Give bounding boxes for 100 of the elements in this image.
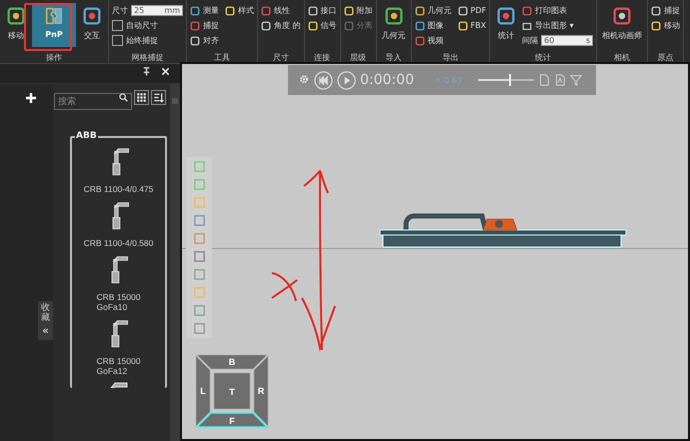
search-icon (119, 93, 128, 102)
puzzle-icon (43, 5, 65, 27)
group-label: 网格捕捉 (130, 52, 164, 63)
view-tool-icon[interactable] (192, 250, 206, 263)
ribbon-item[interactable]: 对齐 (190, 33, 219, 48)
library-item[interactable]: CRB 1100-4/0.580 (84, 200, 154, 248)
play-icon[interactable] (337, 70, 356, 90)
tool-icon (651, 20, 662, 30)
funnel-icon[interactable] (570, 74, 582, 86)
tool-icon (308, 20, 318, 30)
tool-icon (81, 5, 103, 27)
favorites-tab[interactable]: 收藏 « (38, 301, 53, 340)
tool-icon (5, 5, 27, 27)
tool-icon (522, 6, 532, 16)
view-cube-face[interactable]: B (196, 354, 268, 370)
view-tool-icon[interactable] (192, 304, 206, 317)
pdf-icon[interactable] (554, 74, 566, 86)
rewind-icon[interactable] (314, 70, 333, 90)
tool-icon (414, 6, 425, 16)
tool-icon (522, 20, 532, 30)
group-title: ABB (75, 131, 98, 141)
view-cube-face[interactable]: T (214, 372, 250, 410)
tool-icon (414, 36, 425, 46)
pin-icon[interactable] (142, 67, 151, 76)
ribbon-item[interactable]: 角度 的 (261, 18, 301, 33)
document-icon[interactable] (538, 74, 550, 86)
ribbon-button[interactable]: 统计 (493, 3, 520, 43)
ribbon-item[interactable]: FBX (458, 18, 486, 33)
tool-icon (225, 6, 235, 16)
ribbon-item[interactable]: 线性 (261, 3, 301, 18)
ribbon-item[interactable]: 视频 (414, 33, 452, 48)
ribbon-item[interactable]: 打印图表 (522, 3, 594, 18)
checkbox-label: 自动尺寸 (126, 20, 158, 31)
grid-view-icon[interactable] (134, 90, 149, 105)
close-icon[interactable] (161, 67, 170, 76)
view-tool-icon[interactable] (192, 268, 206, 281)
ribbon-button[interactable]: 几何元 (380, 3, 408, 43)
view-tool-icon[interactable] (192, 322, 206, 335)
group-label: 相机 (613, 52, 632, 63)
group-label: 工具 (213, 52, 231, 63)
view-tool-icon[interactable] (192, 160, 206, 173)
ribbon-item[interactable]: 测量 (190, 3, 219, 18)
tool-icon (651, 6, 662, 16)
field-label: 尺寸 (112, 5, 128, 16)
library-item[interactable]: CRB 15000 GoFa10 (96, 254, 140, 312)
ribbon-button[interactable]: 移动 (3, 3, 29, 43)
highlight-frame (24, 3, 72, 51)
ribbon-item[interactable]: 移动 (651, 18, 680, 33)
view-tool-icon[interactable] (192, 214, 206, 227)
group-label: 统计 (534, 52, 552, 63)
ribbon-item[interactable]: PDF (458, 3, 486, 18)
field-label: 间隔 (522, 35, 538, 46)
tool-icon (414, 20, 425, 30)
speed-value: 0.63 (444, 76, 462, 84)
item-label: CRB 15000 GoFa10 (96, 292, 140, 312)
input-field[interactable]: 60 s (541, 35, 594, 46)
tool-icon (308, 6, 318, 16)
search-field[interactable]: 搜索 (54, 92, 132, 110)
settings-icon[interactable] (298, 74, 310, 86)
checkbox-label: 始终捕捉 (126, 35, 158, 46)
ribbon-item[interactable]: 图像 (414, 18, 452, 33)
group-label: 导出 (441, 52, 460, 63)
sort-icon[interactable] (151, 90, 166, 105)
item-label: CRB 1100-4/0.580 (84, 238, 154, 248)
ribbon-button[interactable]: 相机动画师 (600, 3, 644, 43)
x-mark-annotation (271, 272, 298, 302)
ribbon-button[interactable]: PnP (32, 3, 76, 47)
tool-icon (344, 6, 354, 16)
tool-icon (495, 5, 518, 27)
ribbon-button[interactable]: 交互 (79, 3, 105, 43)
ribbon-item[interactable]: 样式 (225, 3, 254, 18)
tool-icon (344, 20, 354, 30)
ribbon-item[interactable]: 接口 (308, 3, 337, 18)
view-tool-icon[interactable] (192, 178, 206, 191)
scrollbar-thumb[interactable] (172, 98, 178, 104)
checkbox[interactable] (112, 35, 123, 46)
time-display: 0:00:00 (360, 72, 414, 88)
speed-slider[interactable] (478, 74, 534, 86)
item-label: CRB 1100-4/0.475 (84, 184, 154, 194)
item-label: CRB 15000 GoFa12 (96, 356, 140, 376)
group-label: 原点 (656, 52, 675, 63)
ribbon-item[interactable]: 附加 (344, 3, 373, 18)
view-cube-face[interactable]: L (196, 355, 210, 427)
ribbon-item[interactable]: 捕捉 (190, 18, 219, 33)
tool-icon (458, 20, 468, 30)
library-item[interactable]: CRB 1100-4/0.475 (84, 146, 154, 194)
ribbon-item[interactable]: 信号 (308, 18, 337, 33)
input-field[interactable]: 25 mm (131, 5, 183, 16)
tool-icon (611, 5, 634, 27)
group-label: 操作 (45, 52, 63, 63)
ribbon-item[interactable]: 几何元 (414, 3, 452, 18)
library-item[interactable]: CRB 15000 GoFa12 (96, 318, 140, 376)
checkbox[interactable] (112, 20, 123, 31)
dropdown-button[interactable]: 导出图形 ▾ (522, 18, 594, 33)
ribbon-item[interactable]: 捕捉 (651, 3, 680, 18)
add-icon[interactable] (25, 92, 37, 104)
robot-arm-drawing (110, 382, 128, 388)
view-cube-face[interactable]: R (254, 355, 268, 427)
view-tool-icon[interactable] (192, 232, 206, 245)
tool-icon (382, 5, 405, 27)
